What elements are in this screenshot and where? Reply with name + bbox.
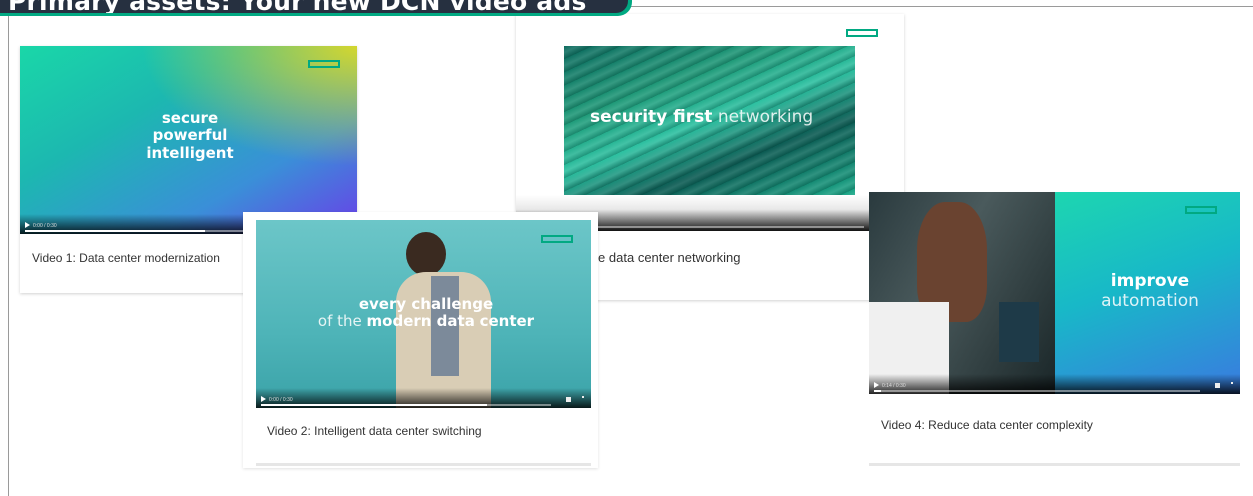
volume-icon[interactable] (1215, 383, 1220, 388)
video-4-photo (869, 192, 1055, 394)
video-card-2[interactable]: every challenge of the modern data cente… (243, 212, 598, 468)
overlay-line: powerful (152, 126, 228, 145)
video-card-4[interactable]: improve automation 0:14 / 0:30 Video 4: … (869, 192, 1240, 468)
video-caption: cure data center networking (580, 250, 741, 265)
progress-bar[interactable] (874, 390, 1200, 392)
overlay-line: intelligent (146, 143, 234, 162)
page-title: Primary assets: Your new DCN video ads (8, 0, 587, 13)
overlay-line: secure (161, 109, 219, 127)
hpe-logo-icon (308, 60, 340, 68)
play-icon[interactable] (261, 396, 266, 402)
video-controls: 0:00 / 0:30 (256, 388, 591, 408)
overlay-light: automation (1101, 290, 1199, 311)
video-caption: Video 2: Intelligent data center switchi… (267, 424, 482, 438)
more-options-icon[interactable] (1231, 382, 1233, 389)
banner-title-inner: Primary assets: Your new DCN video ads (0, 0, 628, 13)
hpe-logo-icon (541, 235, 573, 243)
overlay-light: of the (317, 312, 362, 331)
video-player-1[interactable]: secure powerful intelligent 0:00 / 0:30 (20, 46, 357, 234)
video-1-overlay-text: secure powerful intelligent (130, 109, 250, 162)
progress-bar[interactable] (261, 404, 551, 406)
video-controls: 0:14 / 0:30 (869, 374, 1240, 394)
overlay-line: every challenge (358, 295, 494, 313)
video-2-overlay-text: every challenge of the modern data cente… (296, 295, 556, 331)
overlay-line-2: of the modern data center (296, 313, 556, 330)
hpe-logo-icon (846, 29, 878, 37)
video-time: 0:00 / 0:30 (33, 223, 57, 229)
video-4-overlay-text: improve automation (1075, 271, 1225, 311)
video-caption: Video 4: Reduce data center complexity (881, 418, 1093, 432)
hpe-logo-icon (1185, 206, 1217, 214)
card-divider (869, 463, 1240, 466)
banner-title-bar: Primary assets: Your new DCN video ads (0, 0, 632, 16)
video-time: 0:00 / 0:30 (269, 397, 293, 403)
video-time: 0:14 / 0:30 (882, 383, 906, 389)
overlay-bold: security first (590, 107, 713, 127)
volume-icon[interactable] (566, 397, 571, 402)
video-player-4[interactable]: improve automation 0:14 / 0:30 (869, 192, 1240, 394)
card-divider (256, 463, 591, 466)
play-icon[interactable] (874, 382, 879, 388)
overlay-light: networking (717, 107, 814, 127)
video-4-panel: improve automation (1055, 192, 1240, 394)
server-rack (999, 302, 1039, 362)
overlay-bold: improve (1110, 271, 1190, 291)
play-icon[interactable] (25, 222, 30, 228)
video-caption: Video 1: Data center modernization (32, 251, 220, 265)
overlay-bold: modern data (366, 312, 475, 331)
person-head (406, 232, 446, 276)
overlay-bold-end: center (479, 312, 535, 331)
more-options-icon[interactable] (582, 396, 584, 403)
progress-fill (261, 404, 488, 406)
video-player-3[interactable]: security first networking (564, 46, 855, 195)
video-player-2[interactable]: every challenge of the modern data cente… (256, 220, 591, 408)
progress-fill (25, 230, 205, 232)
video-3-overlay-text: security first networking (590, 107, 814, 128)
progress-fill (874, 390, 881, 392)
